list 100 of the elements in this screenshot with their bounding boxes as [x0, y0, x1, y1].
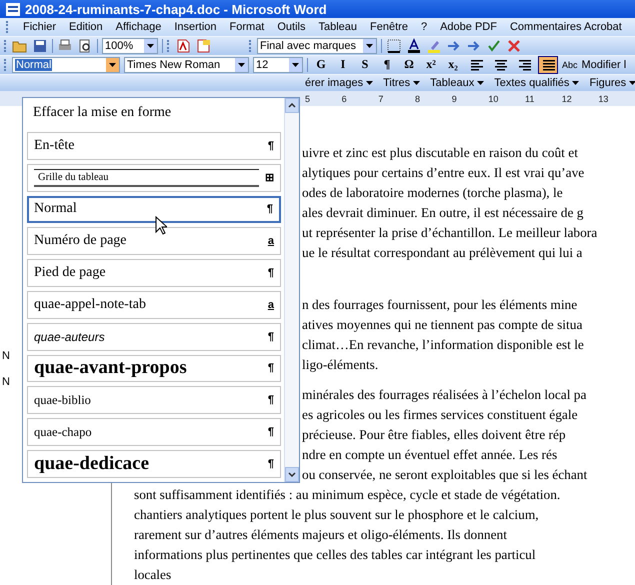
style-name: quae-appel-note-tab — [34, 296, 146, 313]
text-line: ou conservée, ne seront exploitables que si les échant — [302, 467, 588, 482]
menu-item[interactable]: Fichier — [23, 20, 56, 33]
pdf-comment-icon[interactable] — [195, 38, 211, 54]
format-button[interactable]: S — [356, 56, 374, 74]
save-icon[interactable] — [32, 38, 48, 54]
style-item[interactable]: Grille du tableau ⊞ — [27, 164, 281, 192]
font-combo[interactable]: Times New Roman — [124, 56, 249, 73]
word-document-icon — [6, 2, 20, 16]
style-name: Numéro de page — [34, 233, 127, 250]
ruler-number: 5 — [305, 94, 312, 104]
small-caps-button[interactable]: Abc — [562, 60, 578, 70]
style-name: Normal — [34, 201, 77, 218]
menu-item[interactable]: Fenêtre — [370, 20, 408, 33]
menu-item[interactable]: ? — [420, 20, 428, 33]
text-line: ue le résultat correspondant au prélèvement qui lui a — [302, 245, 582, 260]
menu-item[interactable]: Tableau — [318, 20, 358, 33]
style-item[interactable]: En-tête ¶ — [27, 132, 281, 160]
reject-icon[interactable] — [506, 38, 522, 54]
ruler-number: 12 — [562, 94, 573, 104]
text-line: alytiques pour certains d’entre eux. Il est vrai qu’ave — [302, 165, 584, 180]
ruler-number: 10 — [488, 94, 500, 104]
mouse-pointer-icon — [155, 216, 167, 235]
font-color-icon[interactable] — [406, 38, 422, 54]
menu-item[interactable]: Affichage — [116, 20, 162, 33]
menu-item[interactable]: Format — [230, 20, 264, 33]
caret-icon — [366, 81, 374, 86]
text-line: chantiers analytiques portent le plus souvent sur le phosphore et le calcium, — [134, 507, 539, 522]
style-type-marker: ¶ — [268, 267, 274, 280]
ruler-number: 7 — [378, 94, 384, 104]
caret-icon — [109, 62, 116, 67]
align-button[interactable] — [538, 56, 558, 74]
chevron-down-icon — [288, 472, 296, 477]
style-combo[interactable]: Normal — [12, 56, 120, 73]
modify-label: Modifier l — [582, 58, 626, 71]
text-line: ndre en compte un éventuel effet année. Les rés — [302, 447, 558, 462]
style-item[interactable]: quae-avant-propos ¶ — [27, 354, 281, 382]
toolbar-menu[interactable]: Textes qualifiés — [491, 77, 582, 90]
format-button[interactable]: I — [334, 56, 352, 74]
ruler-number: 8 — [415, 94, 422, 104]
ruler-number: 9 — [452, 94, 458, 104]
format-button[interactable]: Ω — [400, 56, 418, 74]
text-line: es agricoles ou les firmes services constituent égale — [302, 407, 578, 422]
style-item[interactable]: Normal ¶ — [27, 196, 281, 224]
text-line: ut représenter la prise d’échantillon. Le meilleur labora — [302, 225, 598, 240]
style-type-marker: ⊞ — [265, 171, 274, 184]
borders-icon[interactable] — [386, 38, 402, 54]
text-line: minérales des fourrages réalisées à l’échelon local pa — [302, 387, 586, 402]
toolbar-menu[interactable]: érer images — [302, 77, 376, 90]
menu-item[interactable]: Adobe PDF — [440, 20, 497, 33]
text-line: odes de laboratoire modernes (torche plasma), le — [302, 185, 563, 200]
style-name: quae-chapo — [34, 424, 92, 440]
align-right-icon — [517, 58, 531, 71]
style-item[interactable]: quae-appel-note-tab a — [27, 290, 281, 319]
toolbar-menu[interactable]: Figures — [586, 77, 635, 90]
menu-item[interactable]: Commentaires Acrobat — [510, 20, 622, 33]
style-type-marker: ¶ — [268, 458, 274, 470]
scroll-up-button[interactable] — [285, 98, 299, 113]
style-type-marker: ¶ — [268, 394, 274, 406]
style-type-marker: ¶ — [268, 362, 274, 374]
menu-item[interactable]: Insertion — [174, 20, 217, 33]
toolbar-menu[interactable]: Titres — [380, 77, 424, 90]
format-button[interactable]: x₂ — [444, 56, 462, 74]
align-left-icon — [469, 58, 483, 71]
text-line: locales — [134, 567, 172, 582]
style-type-marker: ¶ — [266, 203, 273, 216]
style-item[interactable]: quae-chapo ¶ — [27, 418, 281, 446]
caret-icon — [413, 81, 420, 86]
scroll-down-button[interactable] — [285, 467, 299, 482]
caret-icon — [629, 81, 635, 86]
style-type-marker: ¶ — [268, 426, 274, 438]
ruler-number: 13 — [598, 94, 610, 104]
style-item[interactable]: Pied de page ¶ — [27, 259, 281, 287]
format-button[interactable]: x² — [422, 56, 440, 74]
toolbar-menu[interactable]: Tableaux — [427, 77, 488, 90]
align-justify-icon — [541, 58, 555, 71]
caret-icon — [238, 62, 245, 67]
style-item[interactable]: quae-auteurs ¶ — [27, 322, 281, 351]
style-name: quae-avant-propos — [34, 357, 187, 380]
style-name: Pied de page — [34, 265, 106, 282]
format-button[interactable]: ¶ — [378, 56, 396, 74]
style-type-marker: a — [268, 298, 274, 311]
style-item[interactable]: quae-biblio ¶ — [27, 386, 281, 414]
caret-icon — [477, 81, 484, 86]
review-mode-combo[interactable]: Final avec marques — [257, 38, 377, 54]
style-name: En-tête — [34, 138, 74, 154]
zoom-combo[interactable]: 100% — [102, 38, 158, 54]
format-button[interactable]: G — [312, 56, 330, 74]
text-line: sont suffisamment identifiés : au minimum espèce, cycle et stade de végétation. — [134, 487, 560, 502]
font-size-combo[interactable]: 12 — [253, 56, 303, 73]
style-item[interactable]: quae-dedicace ¶ — [27, 450, 281, 478]
style-name: quae-biblio — [34, 392, 91, 408]
menu-item[interactable]: Edition — [69, 20, 103, 33]
style-item[interactable]: Numéro de page a — [27, 227, 281, 256]
text-line: climat…En revanche, l’information disponible est le — [302, 337, 584, 352]
style-label: N — [2, 376, 11, 388]
accept-icon[interactable] — [486, 38, 502, 54]
menu-item[interactable]: Outils — [277, 20, 306, 33]
clear-formatting-item[interactable]: Effacer la mise en forme — [27, 98, 281, 128]
pdf-icon[interactable] — [175, 38, 191, 54]
